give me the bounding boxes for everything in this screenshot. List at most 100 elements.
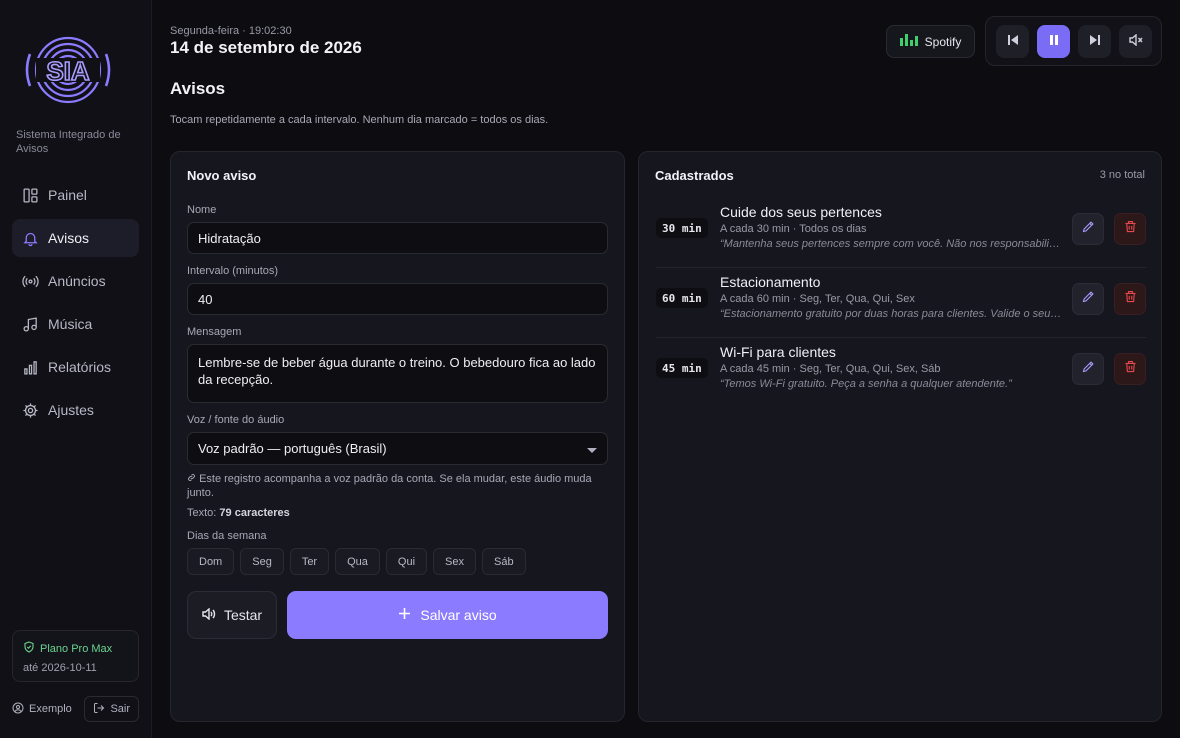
sidebar-item-ajustes[interactable]: Ajustes — [12, 391, 139, 429]
previous-button[interactable] — [996, 25, 1029, 58]
spotify-label: Spotify — [924, 34, 962, 49]
day-qui[interactable]: Qui — [385, 548, 428, 575]
plan-badge: Plano Pro Max até 2026-10-11 — [12, 630, 139, 682]
broadcast-icon — [21, 272, 39, 290]
sidebar-item-label: Ajustes — [48, 402, 94, 418]
test-label: Testar — [223, 607, 263, 623]
voice-label: Voz / fonte do áudio — [187, 414, 285, 426]
shield-check-icon — [23, 641, 35, 656]
svg-text:SIA: SIA — [46, 56, 90, 86]
sidebar-nav: Painel Avisos Anúncios Música Relatórios — [12, 176, 139, 434]
app-logo[interactable]: SIA — [22, 36, 114, 104]
speaker-icon — [202, 607, 216, 623]
voice-select[interactable]: Voz padrão — português (Brasil) — [187, 432, 608, 465]
form-title: Novo aviso — [187, 168, 257, 183]
registered-notices: Cadastrados 3 no total 30 min Cuide dos … — [638, 151, 1162, 722]
item-message: “Mantenha seus pertences sempre com você… — [720, 238, 1062, 250]
sidebar-item-painel[interactable]: Painel — [12, 176, 139, 214]
item-meta: A cada 60 min · Seg, Ter, Qua, Qui, Sex — [720, 293, 915, 305]
sidebar: SIA Sistema Integrado de Avisos Painel A… — [0, 0, 152, 738]
logout-button[interactable]: Sair — [84, 696, 139, 722]
item-meta: A cada 45 min · Seg, Ter, Qua, Qui, Sex,… — [720, 363, 941, 375]
item-message: “Estacionamento gratuito por duas horas … — [720, 308, 1062, 320]
sidebar-item-label: Relatórios — [48, 359, 112, 375]
plan-expiry: até 2026-10-11 — [23, 662, 97, 674]
pencil-icon — [1081, 219, 1096, 239]
pause-icon — [1048, 33, 1060, 51]
interval-badge: 60 min — [656, 288, 708, 308]
days-label: Dias da semana — [187, 530, 267, 542]
item-title: Wi-Fi para clientes — [720, 344, 836, 360]
message-textarea[interactable]: Lembre-se de beber água durante o treino… — [187, 344, 608, 403]
player-controls — [985, 16, 1162, 66]
pause-button[interactable] — [1037, 25, 1070, 58]
user-name: Exemplo — [29, 703, 72, 715]
list-item: 30 min Cuide dos seus pertences A cada 3… — [656, 198, 1146, 268]
page-description: Tocam repetidamente a cada intervalo. Ne… — [170, 114, 549, 126]
equalizer-icon — [899, 34, 918, 49]
name-label: Nome — [187, 204, 217, 216]
new-notice-form: Novo aviso Nome Hidratação Intervalo (mi… — [170, 151, 625, 722]
list-item: 60 min Estacionamento A cada 60 min · Se… — [656, 268, 1146, 338]
sidebar-item-musica[interactable]: Música — [12, 305, 139, 343]
sidebar-item-anuncios[interactable]: Anúncios — [12, 262, 139, 300]
spotify-button[interactable]: Spotify — [886, 25, 975, 58]
next-button[interactable] — [1078, 25, 1111, 58]
pencil-icon — [1081, 289, 1096, 309]
name-input[interactable]: Hidratação — [187, 222, 608, 254]
sidebar-item-label: Anúncios — [48, 273, 106, 289]
delete-button[interactable] — [1114, 283, 1146, 315]
edit-button[interactable] — [1072, 213, 1104, 245]
page-title: Avisos — [170, 79, 226, 98]
weekday-selector: Dom Seg Ter Qua Qui Sex Sáb — [187, 548, 526, 575]
day-sex[interactable]: Sex — [433, 548, 476, 575]
interval-badge: 30 min — [656, 218, 708, 238]
interval-badge: 45 min — [656, 358, 708, 378]
sidebar-item-label: Música — [48, 316, 93, 332]
save-button[interactable]: Salvar aviso — [287, 591, 608, 639]
dashboard-icon — [21, 186, 39, 204]
item-title: Cuide dos seus pertences — [720, 204, 882, 220]
list-title: Cadastrados — [655, 168, 734, 183]
gear-icon — [21, 401, 39, 419]
pencil-icon — [1081, 359, 1096, 379]
delete-button[interactable] — [1114, 213, 1146, 245]
trash-icon — [1123, 359, 1138, 379]
bar-chart-icon — [21, 358, 39, 376]
interval-label: Intervalo (minutos) — [187, 265, 279, 277]
interval-input[interactable]: 40 — [187, 283, 608, 315]
list-item: 45 min Wi-Fi para clientes A cada 45 min… — [656, 338, 1146, 408]
mute-button[interactable] — [1119, 25, 1152, 58]
bell-icon — [21, 229, 39, 247]
app-tagline: Sistema Integrado de Avisos — [16, 129, 121, 155]
voice-note: Este registro acompanha a voz padrão da … — [187, 473, 592, 499]
sidebar-item-label: Painel — [48, 187, 87, 203]
chevron-down-icon — [587, 448, 597, 453]
day-seg[interactable]: Seg — [240, 548, 284, 575]
day-ter[interactable]: Ter — [289, 548, 330, 575]
sidebar-item-label: Avisos — [48, 230, 89, 246]
day-sab[interactable]: Sáb — [481, 548, 526, 575]
volume-mute-icon — [1128, 32, 1143, 51]
day-qua[interactable]: Qua — [335, 548, 380, 575]
weekday-time: Segunda-feira · 19:02:30 — [170, 25, 292, 37]
link-icon — [187, 473, 199, 485]
message-label: Mensagem — [187, 326, 242, 338]
sidebar-item-avisos[interactable]: Avisos — [12, 219, 139, 257]
day-dom[interactable]: Dom — [187, 548, 235, 575]
item-meta: A cada 30 min · Todos os dias — [720, 223, 867, 235]
logout-icon — [93, 702, 105, 717]
char-count: Texto: 79 caracteres — [187, 507, 290, 519]
music-icon — [21, 315, 39, 333]
list-count: 3 no total — [1099, 169, 1145, 181]
test-button[interactable]: Testar — [187, 591, 277, 639]
sidebar-item-relatorios[interactable]: Relatórios — [12, 348, 139, 386]
delete-button[interactable] — [1114, 353, 1146, 385]
user-account[interactable]: Exemplo — [12, 702, 72, 717]
save-label: Salvar aviso — [420, 607, 497, 623]
edit-button[interactable] — [1072, 283, 1104, 315]
edit-button[interactable] — [1072, 353, 1104, 385]
skip-forward-icon — [1089, 33, 1101, 51]
trash-icon — [1123, 219, 1138, 239]
current-date: 14 de setembro de 2026 — [170, 38, 362, 57]
